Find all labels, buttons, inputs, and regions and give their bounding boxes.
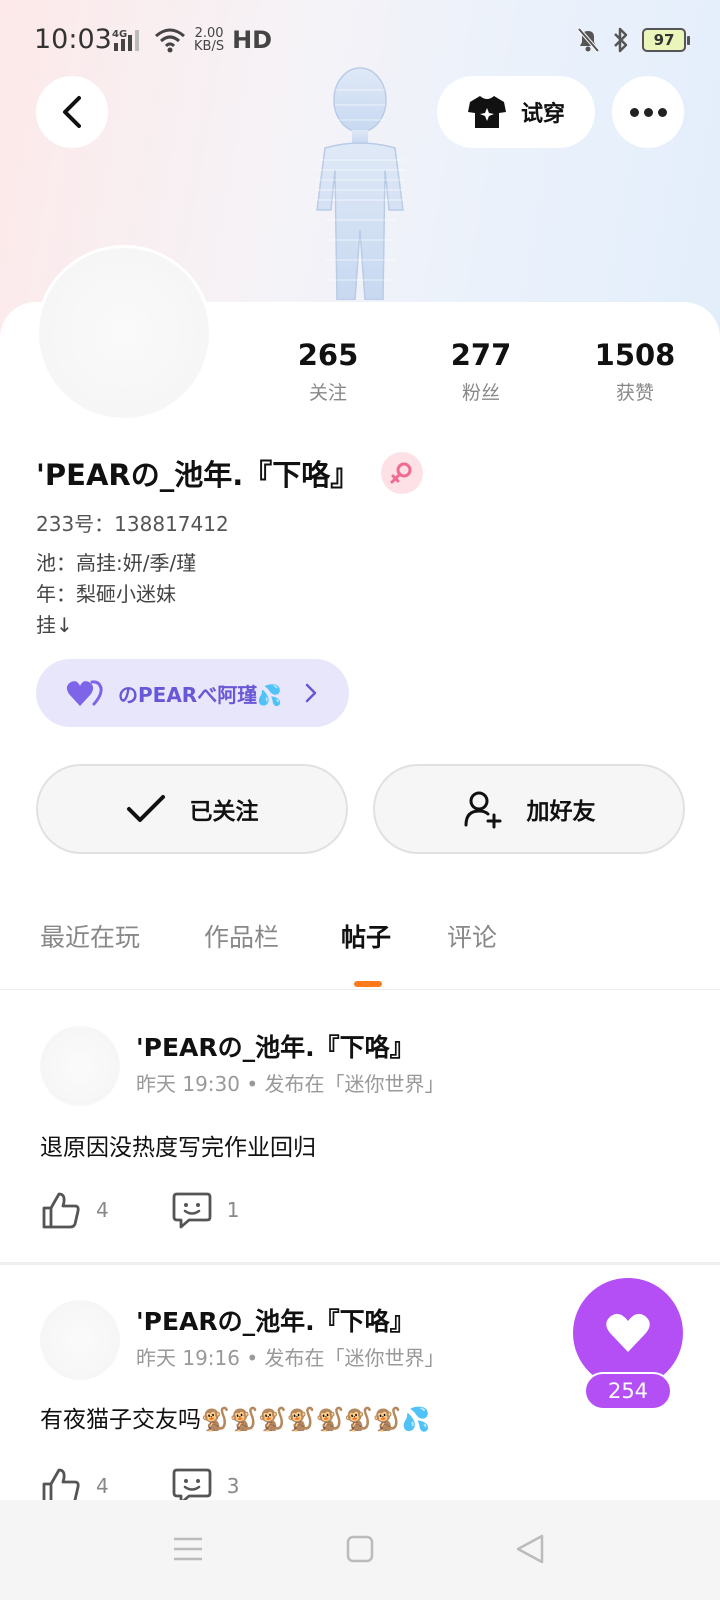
like-action[interactable]: 4 — [40, 1190, 109, 1230]
active-tab-indicator — [354, 981, 382, 987]
mute-bell-icon — [577, 27, 600, 53]
comment-count: 1 — [226, 1198, 240, 1222]
comment-count: 3 — [226, 1474, 240, 1498]
tab-works[interactable]: 作品栏 — [204, 918, 279, 954]
bluetooth-icon — [614, 27, 628, 53]
comment-icon — [172, 1192, 212, 1229]
followed-button[interactable]: 已关注 — [36, 764, 348, 854]
thumbs-up-icon — [42, 1192, 80, 1229]
post-author: 'PEARの_池年.『下咯』 — [136, 1307, 415, 1336]
tab-comments[interactable]: 评论 — [447, 918, 497, 954]
female-icon — [381, 452, 424, 494]
post-author: 'PEARの_池年.『下咯』 — [136, 1033, 415, 1062]
post-meta: 昨天 19:16 • 发布在「迷你世界」 — [136, 1346, 445, 1370]
add-friend-button[interactable]: 加好友 — [373, 764, 685, 854]
speed-unit: KB/S — [194, 39, 225, 54]
status-bar: 10:03 4G 2.00 KB/S HD 97 — [0, 0, 720, 80]
post-text: 退原因没热度写完作业回归 — [40, 1135, 316, 1161]
more-dots-icon — [629, 107, 667, 117]
stat-label: 关注 — [308, 382, 347, 404]
tab-posts[interactable]: 帖子 — [341, 918, 391, 954]
profile-tabs: 最近在玩 作品栏 帖子 评论 — [0, 910, 720, 990]
profile-username: 'PEARの_池年.『下咯』 — [36, 458, 360, 492]
stat-value: 1508 — [594, 338, 676, 372]
heart-icon — [606, 1313, 650, 1352]
post-author-avatar[interactable] — [40, 1026, 120, 1106]
signal-4g-icon: 4G — [112, 29, 139, 51]
back-button[interactable] — [36, 76, 108, 148]
try-on-button[interactable]: 试穿 — [437, 76, 595, 148]
post-divider — [0, 1262, 720, 1265]
back-arrow-icon — [63, 96, 81, 128]
stat-likes[interactable]: 1508 获赞 — [560, 338, 710, 405]
svg-text:4G: 4G — [112, 29, 127, 40]
try-on-label: 试穿 — [520, 102, 565, 127]
comment-action[interactable]: 1 — [171, 1190, 240, 1230]
stat-value: 277 — [450, 338, 512, 372]
more-options-button[interactable] — [612, 76, 684, 148]
home-square-icon[interactable] — [345, 1534, 375, 1564]
hd-indicator: HD — [232, 26, 273, 54]
bio-line: 池：高挂:妍/季/瑾 — [36, 551, 197, 575]
game-avatar-figure — [315, 67, 405, 300]
back-triangle-icon[interactable] — [514, 1533, 546, 1565]
stat-fans[interactable]: 277 粉丝 — [406, 338, 556, 405]
stat-value: 265 — [297, 338, 359, 372]
post-text: 有夜猫子交友吗🐒🐒🐒🐒🐒🐒🐒💦 — [40, 1407, 431, 1433]
add-friend-label: 加好友 — [526, 799, 596, 825]
battery-indicator: 97 — [642, 28, 690, 52]
stat-label: 获赞 — [615, 382, 654, 404]
fan-group-button[interactable]: のPEARべ阿瑾💦 — [36, 659, 349, 727]
status-right-group: 97 — [576, 26, 690, 54]
post-author-avatar[interactable] — [40, 1300, 120, 1380]
profile-avatar[interactable] — [36, 245, 212, 421]
post-meta: 昨天 19:30 • 发布在「迷你世界」 — [136, 1072, 445, 1096]
network-speed: 2.00 KB/S — [194, 27, 224, 53]
followed-label: 已关注 — [189, 799, 259, 825]
post-actions: 4 1 — [40, 1190, 239, 1230]
bio-line: 挂↓ — [36, 613, 73, 637]
stat-label: 粉丝 — [461, 382, 500, 404]
system-navigation-bar — [0, 1500, 720, 1600]
wifi-icon — [155, 28, 185, 53]
username-row: 'PEARの_池年.『下咯』 — [36, 452, 424, 494]
profile-bio: 池：高挂:妍/季/瑾 年：梨砸小迷妹 挂↓ — [36, 548, 196, 641]
user-id: 233号：138817412 — [36, 512, 229, 536]
check-icon — [126, 795, 165, 822]
status-time: 10:03 — [34, 24, 112, 55]
add-user-icon — [464, 791, 501, 829]
like-count: 4 — [96, 1198, 109, 1222]
menu-icon[interactable] — [172, 1534, 204, 1564]
bio-line: 年：梨砸小迷妹 — [36, 582, 176, 606]
heart-icon — [66, 680, 103, 706]
chevron-right-icon — [305, 683, 317, 703]
fan-group-label: のPEARべ阿瑾💦 — [118, 682, 283, 707]
like-count: 4 — [96, 1474, 109, 1498]
stat-following[interactable]: 265 关注 — [253, 338, 403, 405]
floating-like-count: 254 — [584, 1372, 672, 1410]
shirt-icon — [467, 96, 506, 128]
status-network-group: 4G 2.00 KB/S HD — [112, 24, 272, 56]
tab-recently-played[interactable]: 最近在玩 — [40, 918, 140, 954]
